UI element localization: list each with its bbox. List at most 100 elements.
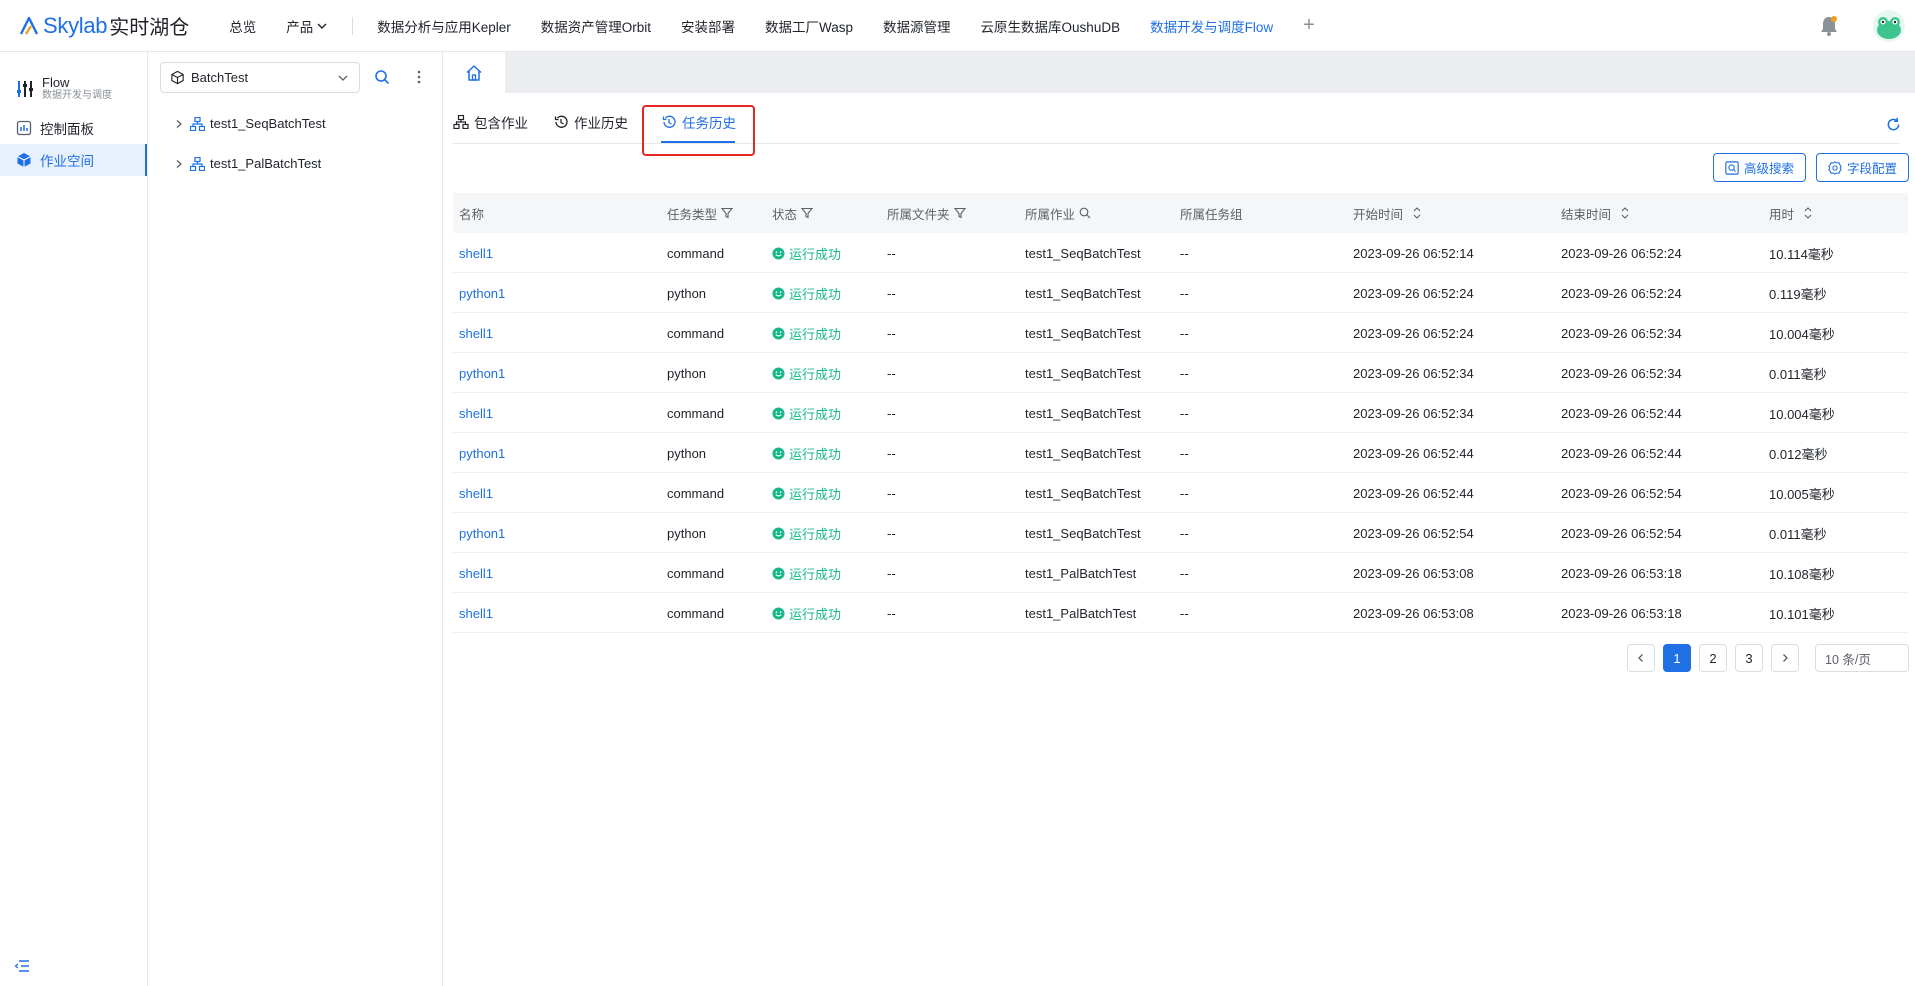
- search-icon[interactable]: [1079, 207, 1091, 219]
- column-header-label: 所属作业: [1025, 207, 1076, 222]
- cell-status: 运行成功: [772, 553, 841, 593]
- nav-wasp[interactable]: 数据工厂Wasp: [765, 16, 853, 36]
- tab-included-jobs[interactable]: 包含作业: [453, 112, 528, 132]
- cell-status: 运行成功: [772, 313, 841, 353]
- refresh-icon[interactable]: [1886, 117, 1901, 132]
- page-size-select[interactable]: 10 条/页: [1815, 644, 1909, 672]
- cell-name[interactable]: shell1: [459, 393, 493, 433]
- avatar[interactable]: [1873, 10, 1905, 42]
- page-button-3[interactable]: 3: [1735, 644, 1763, 672]
- prev-page-button[interactable]: [1627, 644, 1655, 672]
- sort-icon[interactable]: [1802, 206, 1814, 220]
- table-header: 名称 任务类型 状态 所属文件夹 所属作业 所属任务组 开始时间 结束时间 用时: [453, 193, 1908, 233]
- cell-name[interactable]: python1: [459, 273, 505, 313]
- tree-node-label: test1_SeqBatchTest: [210, 116, 326, 131]
- tree-node-palbatch[interactable]: test1_PalBatchTest: [174, 156, 321, 171]
- chevron-right-icon[interactable]: [174, 119, 184, 129]
- gear-icon: [1828, 160, 1842, 175]
- cell-name[interactable]: shell1: [459, 593, 493, 633]
- cell-folder: --: [887, 485, 896, 501]
- home-icon: [466, 64, 482, 81]
- cell-status: 运行成功: [772, 433, 841, 473]
- cell-folder: --: [887, 445, 896, 461]
- cell-type: command: [667, 565, 725, 581]
- cube-outline-icon: [171, 70, 184, 85]
- sort-icon[interactable]: [1411, 206, 1423, 220]
- cell-folder: --: [887, 285, 896, 301]
- nav-datasource[interactable]: 数据源管理: [883, 16, 951, 36]
- cell-name[interactable]: python1: [459, 513, 505, 553]
- cell-end-time: 2023-09-26 06:52:34: [1561, 365, 1682, 381]
- workflow-icon: [190, 116, 205, 131]
- workspace-select[interactable]: BatchTest: [160, 62, 360, 93]
- cell-name[interactable]: shell1: [459, 313, 493, 353]
- cell-name[interactable]: python1: [459, 353, 505, 393]
- nav-orbit[interactable]: 数据资产管理Orbit: [541, 16, 651, 36]
- page-button-1[interactable]: 1: [1663, 644, 1691, 672]
- tab-job-history[interactable]: 作业历史: [553, 112, 628, 132]
- sort-icon[interactable]: [1619, 206, 1631, 220]
- table-row: shell1 command 运行成功 -- test1_SeqBatchTest -- 2…: [453, 393, 1908, 433]
- field-config-label: 字段配置: [1846, 162, 1897, 176]
- field-config-button[interactable]: 字段配置: [1816, 153, 1909, 182]
- column-header-label: 结束时间: [1561, 207, 1612, 222]
- nav-install[interactable]: 安装部署: [681, 16, 735, 36]
- logo[interactable]: Skylab 实时湖仓: [18, 0, 189, 52]
- column-header-label: 名称: [459, 207, 485, 222]
- cell-duration: 0.011毫秒: [1769, 366, 1827, 382]
- nav-kepler[interactable]: 数据分析与应用Kepler: [377, 16, 511, 36]
- filter-icon[interactable]: [953, 207, 966, 219]
- collapse-menu-icon[interactable]: [14, 958, 30, 974]
- cell-folder: --: [887, 405, 896, 421]
- filter-icon[interactable]: [801, 207, 814, 219]
- smile-icon: [772, 326, 785, 340]
- cube-icon: [17, 153, 31, 167]
- filter-icon[interactable]: [721, 207, 734, 219]
- page-button-2[interactable]: 2: [1699, 644, 1727, 672]
- advanced-search-button[interactable]: 高级搜索: [1713, 153, 1806, 182]
- column-header-start: 开始时间: [1353, 193, 1423, 233]
- nav-oushudb[interactable]: 云原生数据库OushuDB: [981, 16, 1121, 36]
- next-page-button[interactable]: [1771, 644, 1799, 672]
- status-text: 运行成功: [789, 366, 842, 382]
- cell-folder: --: [887, 605, 896, 621]
- status-badge: 运行成功: [772, 444, 841, 463]
- home-tab[interactable]: [443, 52, 505, 93]
- cell-duration: 10.004毫秒: [1769, 406, 1835, 422]
- cell-name[interactable]: shell1: [459, 553, 493, 593]
- column-header-status: 状态: [772, 193, 814, 233]
- cell-group: --: [1180, 605, 1189, 621]
- column-header-end: 结束时间: [1561, 193, 1631, 233]
- highlight-annotation-box: [642, 105, 755, 156]
- cell-name[interactable]: python1: [459, 433, 505, 473]
- search-icon[interactable]: [374, 69, 390, 85]
- cell-end-time: 2023-09-26 06:52:34: [1561, 325, 1682, 341]
- status-text: 运行成功: [789, 566, 842, 582]
- workflow-icon: [190, 156, 205, 171]
- cell-folder: --: [887, 245, 896, 261]
- cell-name[interactable]: shell1: [459, 233, 493, 273]
- nav-products[interactable]: 产品: [286, 16, 328, 36]
- status-text: 运行成功: [789, 406, 842, 422]
- app-brand: Flow 数据开发与调度: [0, 66, 147, 112]
- cell-job: test1_SeqBatchTest: [1025, 485, 1141, 501]
- cell-name[interactable]: shell1: [459, 473, 493, 513]
- table-row: shell1 command 运行成功 -- test1_SeqBatchTest -- 2…: [453, 233, 1908, 273]
- tree-node-seqbatch[interactable]: test1_SeqBatchTest: [174, 116, 326, 131]
- cell-duration: 10.101毫秒: [1769, 606, 1835, 622]
- workflow-icon: [453, 115, 469, 129]
- more-vertical-icon[interactable]: [411, 69, 427, 85]
- bell-icon[interactable]: [1819, 15, 1839, 37]
- column-header-folder: 所属文件夹: [887, 193, 966, 233]
- workspace-select-value: BatchTest: [191, 70, 249, 85]
- sidebar-item-workspace[interactable]: 作业空间: [0, 144, 147, 176]
- add-tab-icon[interactable]: +: [1303, 14, 1315, 37]
- dashboard-icon: [16, 120, 32, 136]
- nav-overview[interactable]: 总览: [229, 16, 256, 36]
- cell-duration: 10.005毫秒: [1769, 486, 1835, 502]
- nav-flow[interactable]: 数据开发与调度Flow: [1150, 16, 1273, 36]
- sidebar-item-dashboard[interactable]: 控制面板: [0, 112, 147, 144]
- brand-title: Flow: [42, 75, 70, 90]
- chevron-right-icon[interactable]: [174, 159, 184, 169]
- cell-type: command: [667, 325, 725, 341]
